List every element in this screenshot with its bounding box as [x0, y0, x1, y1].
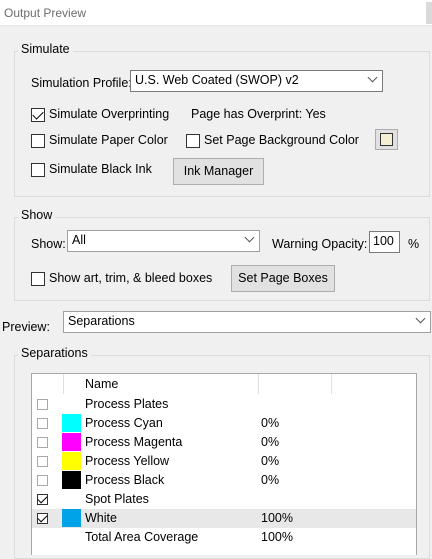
separation-checkbox[interactable]: [37, 475, 48, 486]
separations-legend: Separations: [18, 346, 91, 360]
separation-checkbox[interactable]: [37, 494, 48, 505]
preview-label: Preview:: [2, 320, 50, 334]
separations-list[interactable]: Name Process Plates Process Cyan 0% Process…: [31, 373, 417, 555]
separation-row[interactable]: Process Black 0%: [32, 471, 416, 490]
preview-value: Separations: [68, 314, 135, 328]
scrollbar-thumb[interactable]: [426, 2, 432, 24]
separation-name: Spot Plates: [85, 492, 149, 506]
color-swatch-icon: [62, 433, 81, 451]
window-titlebar: Output Preview: [0, 0, 432, 26]
percent-sign: %: [408, 237, 420, 251]
simulate-black-ink-label[interactable]: Simulate Black Ink: [49, 162, 152, 176]
color-swatch-icon: [62, 414, 81, 432]
color-swatch-icon: [62, 452, 81, 470]
separation-checkbox[interactable]: [37, 513, 48, 524]
set-page-background-label[interactable]: Set Page Background Color: [204, 133, 359, 147]
separation-percent: 0%: [261, 435, 280, 449]
separations-list-header: Name: [32, 374, 416, 394]
separation-checkbox[interactable]: [37, 399, 48, 410]
show-value: All: [72, 233, 86, 247]
page-background-color-button[interactable]: [375, 129, 398, 150]
simulation-profile-label: Simulation Profile:: [31, 76, 132, 90]
separation-name: Process Black: [85, 473, 165, 487]
name-column-header[interactable]: Name: [85, 377, 118, 391]
simulate-overprinting-label[interactable]: Simulate Overprinting: [49, 107, 169, 121]
color-swatch-icon: [62, 471, 81, 489]
set-page-boxes-button[interactable]: Set Page Boxes: [231, 265, 335, 292]
overprint-status: Page has Overprint: Yes: [191, 107, 326, 121]
color-swatch-icon: [62, 509, 81, 527]
separation-name: White: [85, 511, 117, 525]
simulate-paper-color-label[interactable]: Simulate Paper Color: [49, 133, 168, 147]
simulate-legend: Simulate: [18, 42, 73, 56]
show-label: Show:: [31, 237, 66, 251]
separation-name: Process Plates: [85, 397, 169, 411]
simulate-overprinting-checkbox[interactable]: [31, 108, 45, 122]
warning-opacity-value: 100: [373, 234, 394, 248]
simulation-profile-value: U.S. Web Coated (SWOP) v2: [135, 73, 299, 87]
separation-checkbox[interactable]: [37, 418, 48, 429]
separation-row[interactable]: White 100%: [32, 509, 416, 528]
color-swatch-icon: [380, 133, 393, 146]
separation-checkbox[interactable]: [37, 437, 48, 448]
show-boxes-checkbox[interactable]: [31, 272, 45, 286]
separation-percent: 100%: [261, 530, 293, 544]
separation-checkbox[interactable]: [37, 456, 48, 467]
simulation-profile-select[interactable]: U.S. Web Coated (SWOP) v2: [130, 70, 383, 92]
separation-row[interactable]: Total Area Coverage 100%: [32, 528, 416, 547]
show-select[interactable]: All: [67, 230, 260, 252]
chevron-down-icon: [367, 72, 378, 83]
set-page-background-checkbox[interactable]: [186, 134, 200, 148]
separation-percent: 0%: [261, 454, 280, 468]
show-boxes-label[interactable]: Show art, trim, & bleed boxes: [49, 271, 212, 285]
window-title: Output Preview: [4, 6, 87, 20]
separation-name: Process Cyan: [85, 416, 163, 430]
chevron-down-icon: [244, 232, 255, 243]
separation-row[interactable]: Spot Plates: [32, 490, 416, 509]
warning-opacity-input[interactable]: 100: [369, 231, 400, 253]
show-legend: Show: [18, 208, 56, 222]
separation-name: Total Area Coverage: [85, 530, 199, 544]
ink-manager-button[interactable]: Ink Manager: [173, 158, 264, 185]
chevron-down-icon: [415, 313, 426, 324]
separation-row[interactable]: Process Yellow 0%: [32, 452, 416, 471]
warning-opacity-label: Warning Opacity:: [272, 237, 368, 251]
separation-row[interactable]: Process Plates: [32, 395, 416, 414]
simulate-paper-color-checkbox[interactable]: [31, 134, 45, 148]
separation-percent: 100%: [261, 511, 293, 525]
simulate-black-ink-checkbox[interactable]: [31, 163, 45, 177]
separation-row[interactable]: Process Cyan 0%: [32, 414, 416, 433]
separation-name: Process Yellow: [85, 454, 170, 468]
separation-row[interactable]: Process Magenta 0%: [32, 433, 416, 452]
preview-select[interactable]: Separations: [63, 311, 431, 333]
separation-percent: 0%: [261, 416, 280, 430]
separation-percent: 0%: [261, 473, 280, 487]
separation-name: Process Magenta: [85, 435, 183, 449]
